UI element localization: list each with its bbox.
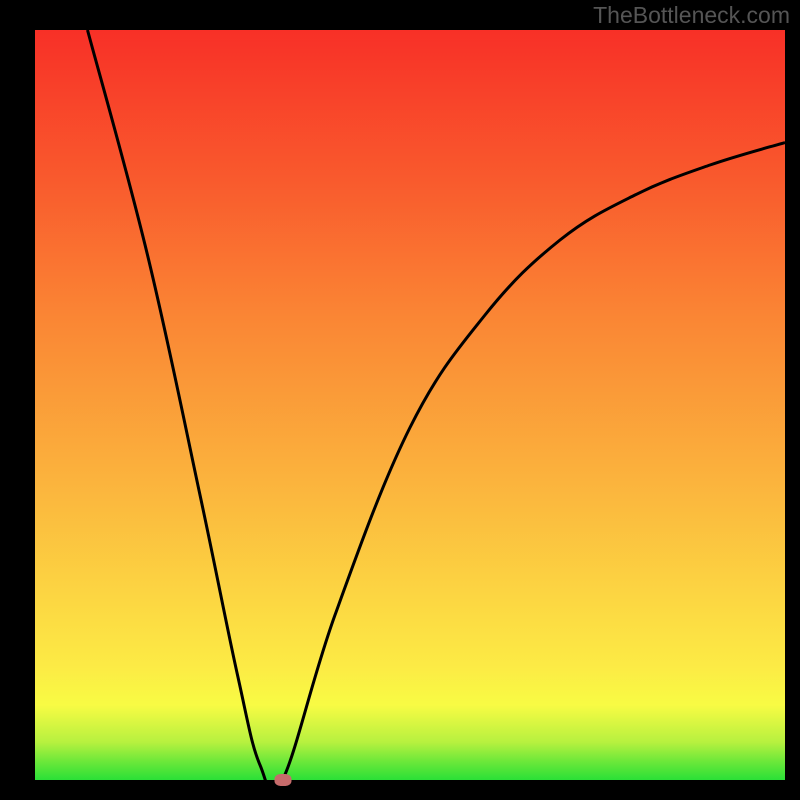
plot-area	[35, 30, 785, 780]
curve-path	[88, 30, 786, 780]
chart-frame: TheBottleneck.com	[0, 0, 800, 800]
curve-svg	[35, 30, 785, 780]
marker-dot	[274, 774, 291, 786]
watermark-text: TheBottleneck.com	[593, 2, 790, 29]
